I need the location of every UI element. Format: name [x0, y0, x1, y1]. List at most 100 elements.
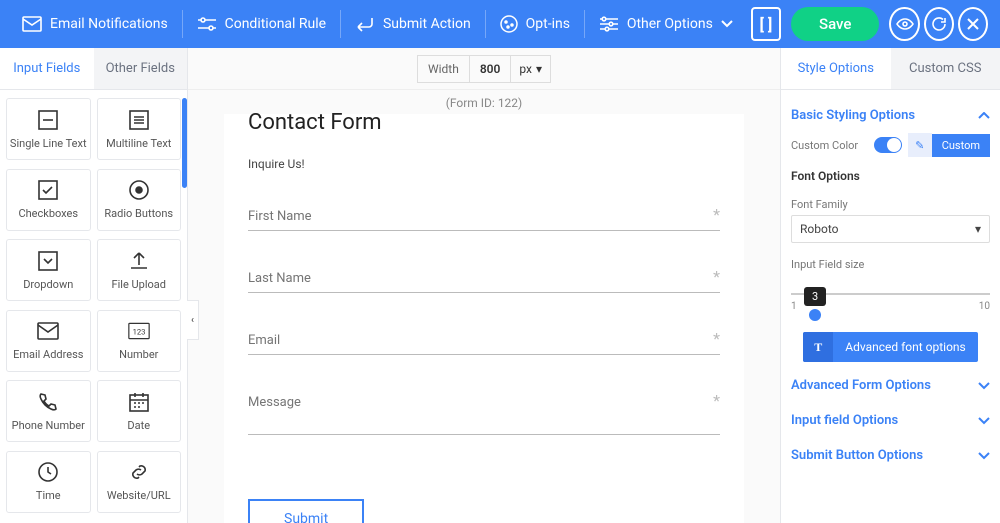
field-label: Dropdown	[23, 278, 73, 291]
tab-other-fields[interactable]: Other Fields	[94, 48, 188, 89]
font-family-label: Font Family	[791, 198, 848, 211]
field-type-radio-buttons[interactable]: Radio Buttons	[97, 169, 182, 231]
first-name-input[interactable]	[248, 199, 720, 231]
field-type-number[interactable]: 123Number	[97, 310, 182, 372]
field-type-checkboxes[interactable]: Checkboxes	[6, 169, 91, 231]
conditional-rule-button[interactable]: Conditional Rule	[187, 10, 337, 38]
top-toolbar: Email Notifications Conditional Rule Sub…	[0, 0, 1000, 48]
embed-code-button[interactable]: [ ]	[751, 7, 781, 41]
input-size-control: Input Field size 3 1 10	[791, 257, 990, 312]
submit-action-button[interactable]: Submit Action	[345, 10, 481, 38]
accordion-advanced-form[interactable]: Advanced Form Options	[791, 368, 990, 403]
custom-color-label: Custom Color	[791, 139, 858, 152]
refresh-button[interactable]	[924, 7, 954, 41]
optins-button[interactable]: Opt-ins	[490, 9, 580, 39]
advanced-font-label: Advanced font options	[833, 340, 978, 354]
toolbar-label: Email Notifications	[50, 16, 168, 32]
accordion-input-field[interactable]: Input field Options	[791, 403, 990, 438]
collapse-left-panel[interactable]: ‹	[187, 300, 199, 340]
advanced-font-button[interactable]: T Advanced font options	[803, 332, 978, 362]
field-type-multiline-text[interactable]: Multiline Text	[97, 98, 182, 160]
field-type-time[interactable]: Time	[6, 451, 91, 513]
toolbar-label: Conditional Rule	[225, 16, 327, 32]
style-body[interactable]: Basic Styling Options Custom Color ✎ Cus…	[781, 90, 1000, 523]
slider-max: 10	[979, 301, 990, 312]
field-label: Single Line Text	[10, 137, 87, 150]
custom-color-row: Custom Color ✎ Custom	[791, 133, 990, 157]
main-area: Input Fields Other Fields Single Line Te…	[0, 48, 1000, 523]
link-icon	[128, 461, 150, 483]
form-id-text: (Form ID: 122)	[188, 90, 780, 110]
custom-button[interactable]: ✎ Custom	[908, 133, 990, 157]
accordion-label: Input field Options	[791, 413, 898, 428]
custom-color-toggle[interactable]	[874, 137, 902, 153]
required-icon: *	[713, 329, 720, 348]
last-name-input[interactable]	[248, 261, 720, 293]
accordion-submit-button[interactable]: Submit Button Options	[791, 438, 990, 473]
scrollbar-thumb[interactable]	[182, 98, 187, 188]
form-field[interactable]: *	[248, 323, 720, 355]
chevron-left-icon: ‹	[191, 315, 194, 326]
field-type-website-url[interactable]: Website/URL	[97, 451, 182, 513]
form-subtitle[interactable]: Inquire Us!	[248, 157, 720, 171]
right-tabs: Style Options Custom CSS	[781, 48, 1000, 90]
sliders-icon	[197, 16, 217, 32]
email-notifications-button[interactable]: Email Notifications	[12, 10, 178, 38]
tab-style-options[interactable]: Style Options	[781, 48, 891, 89]
toolbar-label: Other Options	[627, 16, 713, 32]
field-type-file-upload[interactable]: File Upload	[97, 239, 182, 301]
check-box-icon	[37, 179, 59, 201]
field-type-date[interactable]: Date	[97, 380, 182, 442]
email-input[interactable]	[248, 323, 720, 355]
field-label: Email Address	[13, 348, 83, 361]
form-card: Contact Form Inquire Us! * * * * Submit	[224, 114, 744, 523]
font-family-select[interactable]: Roboto ▾	[791, 215, 990, 243]
slider-value-bubble: 3	[804, 287, 826, 306]
font-family-value: Roboto	[800, 222, 838, 236]
separator	[485, 10, 486, 38]
field-label: Multiline Text	[106, 137, 171, 150]
slider-knob[interactable]	[809, 309, 821, 321]
tab-input-fields[interactable]: Input Fields	[0, 48, 94, 89]
form-field[interactable]: *	[248, 385, 720, 439]
field-grid[interactable]: Single Line Text Multiline Text Checkboxes…	[0, 90, 187, 523]
width-value-input[interactable]: 800	[469, 55, 511, 83]
field-label: Checkboxes	[18, 207, 78, 220]
form-field[interactable]: *	[248, 199, 720, 231]
tab-custom-css[interactable]: Custom CSS	[891, 48, 1000, 89]
other-options-button[interactable]: Other Options	[589, 10, 743, 38]
text-icon: T	[803, 332, 833, 362]
caret-down-icon: ▾	[975, 222, 981, 236]
close-button[interactable]	[958, 7, 988, 41]
input-size-slider[interactable]: 3 1 10	[791, 293, 990, 312]
chevron-down-icon	[721, 20, 733, 28]
form-scroll[interactable]: Contact Form Inquire Us! * * * * Submit	[188, 110, 780, 523]
form-field[interactable]: *	[248, 261, 720, 293]
field-type-email-address[interactable]: Email Address	[6, 310, 91, 372]
separator	[340, 10, 341, 38]
phone-icon	[37, 391, 59, 413]
message-textarea[interactable]	[248, 385, 720, 435]
input-size-label: Input Field size	[791, 258, 864, 271]
return-icon	[355, 16, 375, 32]
preview-button[interactable]	[889, 7, 919, 41]
field-type-dropdown[interactable]: Dropdown	[6, 239, 91, 301]
required-icon: *	[713, 391, 720, 410]
caret-down-icon: ▾	[536, 62, 542, 76]
sliders-icon	[599, 16, 619, 32]
field-label: Website/URL	[107, 489, 171, 502]
refresh-icon	[931, 16, 947, 32]
svg-text:123: 123	[132, 327, 145, 336]
width-unit-select[interactable]: px▾	[510, 55, 551, 83]
submit-button[interactable]: Submit	[248, 499, 364, 523]
accordion-label: Submit Button Options	[791, 448, 923, 463]
chevron-down-icon	[978, 452, 990, 460]
accordion-basic-styling[interactable]: Basic Styling Options	[791, 98, 990, 133]
field-type-phone-number[interactable]: Phone Number	[6, 380, 91, 442]
field-type-single-line-text[interactable]: Single Line Text	[6, 98, 91, 160]
form-title[interactable]: Contact Form	[248, 110, 720, 135]
chevron-down-icon	[978, 382, 990, 390]
save-button[interactable]: Save	[791, 7, 879, 41]
clock-icon	[37, 461, 59, 483]
fields-panel: Input Fields Other Fields Single Line Te…	[0, 48, 188, 523]
